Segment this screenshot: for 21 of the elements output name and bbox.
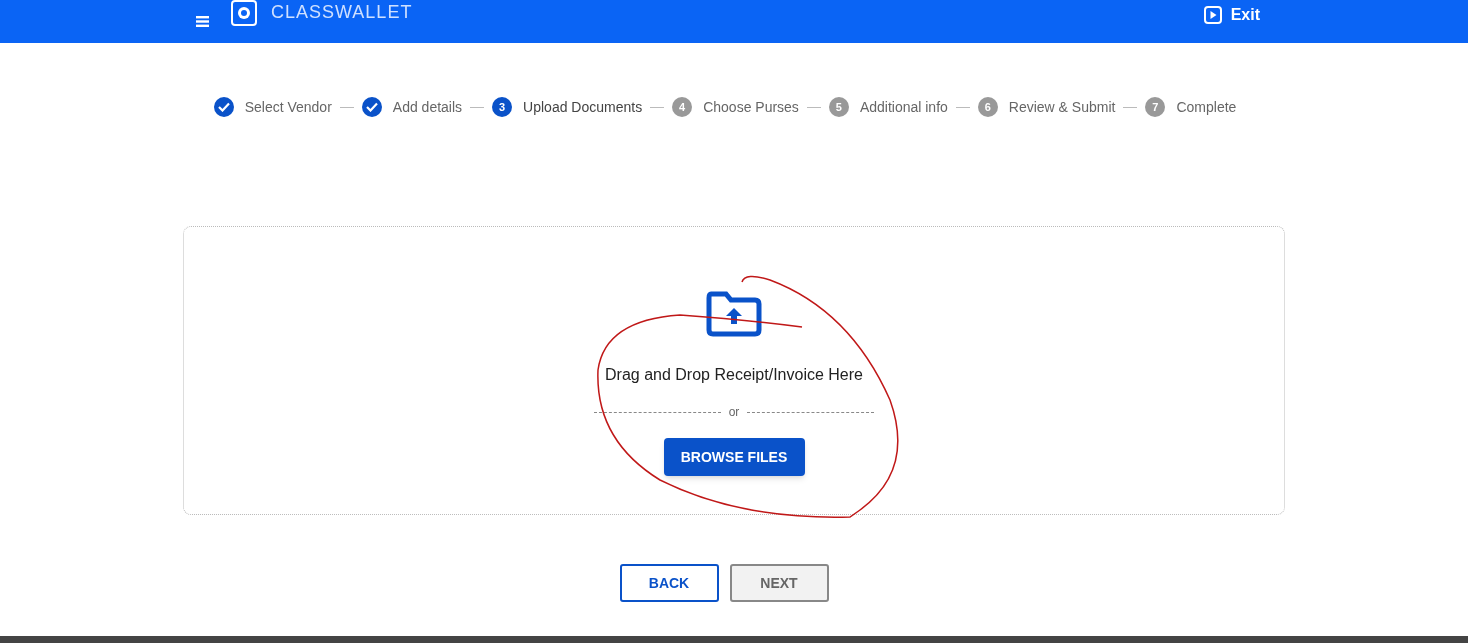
- logo-text: CLASSWALLET: [271, 1, 413, 24]
- step-label: Add details: [392, 97, 463, 117]
- step-number: 7: [1145, 97, 1166, 117]
- exit-button[interactable]: Exit: [1203, 2, 1260, 27]
- step-label: Select Vendor: [244, 97, 332, 117]
- step-label: Complete: [1176, 97, 1237, 117]
- browse-files-button[interactable]: BROWSE FILES: [663, 438, 805, 476]
- or-separator: or: [728, 404, 740, 421]
- step-number: 6: [977, 97, 998, 117]
- play-icon: [1203, 5, 1222, 24]
- drop-prompt: Drag and Drop Receipt/Invoice Here: [605, 365, 863, 385]
- step-label: Review & Submit: [1008, 97, 1116, 117]
- step-label: Additional info: [859, 97, 948, 117]
- back-button[interactable]: BACK: [619, 564, 719, 602]
- step-number: 4: [672, 97, 693, 117]
- step-number: 5: [828, 97, 849, 117]
- folder-upload-icon: [706, 291, 762, 337]
- menu-icon[interactable]: [196, 16, 209, 27]
- step-number: 3: [492, 97, 513, 117]
- step-label: Choose Purses: [703, 97, 799, 117]
- step-label: Upload Documents: [523, 97, 643, 117]
